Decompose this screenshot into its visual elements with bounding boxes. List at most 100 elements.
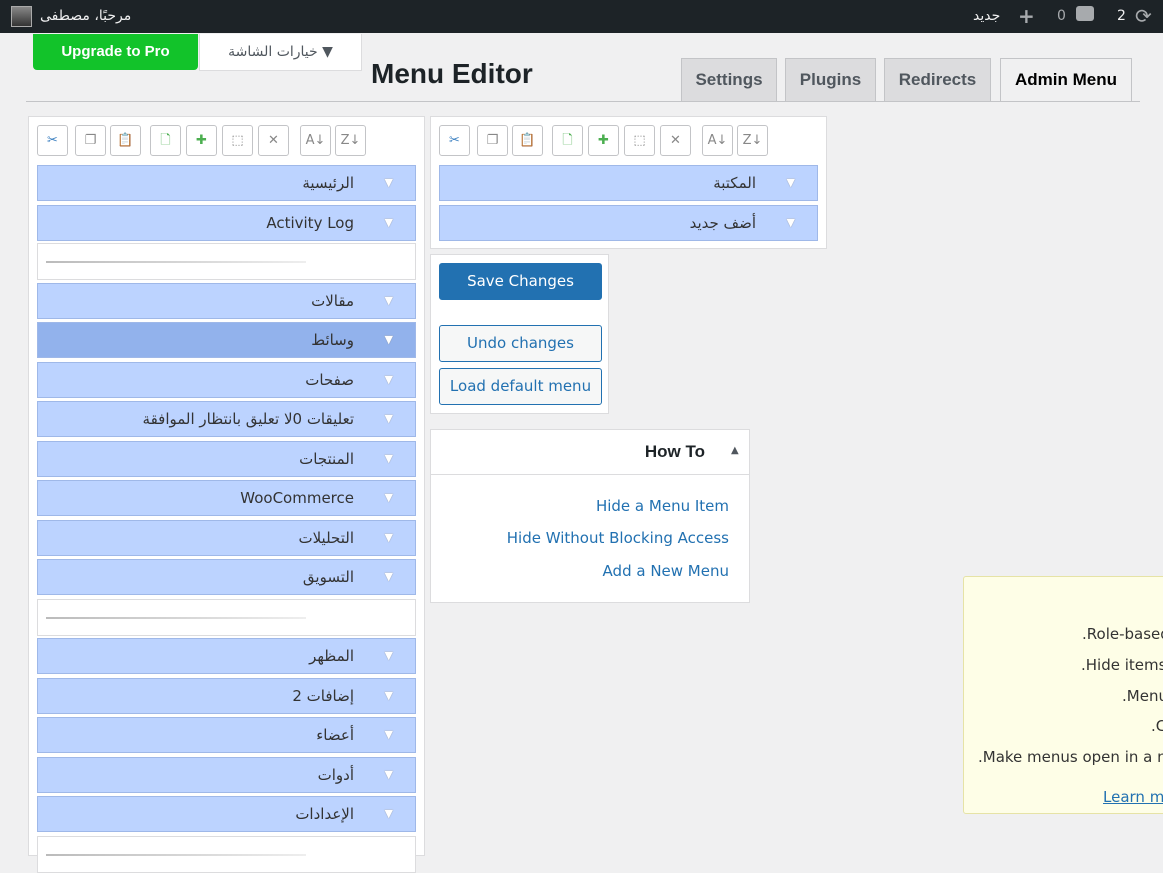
menu-item[interactable]: الرئيسية ▼	[37, 165, 416, 201]
notice-line: .C	[1151, 717, 1163, 735]
expand-arrow-icon[interactable]: ▼	[385, 718, 393, 752]
submenu-panel: ✂ ❐ 📋 🗋 ✚ ⬚ ✕ A↓ Z↓ المكتبة ▼ أضف جديد ▼	[430, 116, 827, 249]
load-default-menu-button[interactable]: Load default menu	[439, 368, 602, 405]
expand-arrow-icon[interactable]: ▼	[385, 206, 393, 240]
howto-link[interactable]: Add a New Menu	[603, 562, 729, 580]
expand-arrow-icon[interactable]: ▼	[385, 797, 393, 831]
menu-item[interactable]: المنتجات ▼	[37, 441, 416, 477]
plus-icon[interactable]: +	[1018, 0, 1035, 33]
menu-item[interactable]: المظهر ▼	[37, 638, 416, 674]
new-menu-icon[interactable]: 🗋	[552, 125, 583, 156]
howto-box: How To ▲ Hide a Menu Item Hide Without B…	[430, 429, 750, 603]
delete-icon[interactable]: ✕	[258, 125, 289, 156]
howto-link[interactable]: Hide a Menu Item	[596, 497, 729, 515]
menu-item-label: مقالات	[311, 292, 354, 310]
top-menu-panel: ✂ ❐ 📋 🗋 ✚ ⬚ ✕ A↓ Z↓ الرئيسية ▼ Activity Log ▼ مقالات ▼…	[28, 116, 425, 873]
tab-plugins[interactable]: Plugins	[785, 58, 876, 101]
divider	[26, 101, 1140, 102]
menu-item-label: صفحات	[305, 371, 354, 389]
howto-link[interactable]: Hide Without Blocking Access	[507, 529, 729, 547]
expand-arrow-icon[interactable]: ▼	[385, 521, 393, 555]
menu-item[interactable]: تعليقات 0لا تعليق بانتظار الموافقة ▼	[37, 401, 416, 437]
menu-item[interactable]: أدوات ▼	[37, 757, 416, 793]
menu-item-label: تعليقات 0لا تعليق بانتظار الموافقة	[142, 410, 354, 428]
undo-changes-button[interactable]: Undo changes	[439, 325, 602, 362]
actions-panel: Save Changes Undo changes Load default m…	[430, 254, 609, 414]
menu-item-label: التحليلات	[298, 529, 354, 547]
menu-item-label: WooCommerce	[240, 489, 354, 507]
menu-separator[interactable]	[37, 243, 416, 280]
submenu-item[interactable]: أضف جديد ▼	[439, 205, 818, 241]
pro-notice: .Role-based .Hide items .Menu .C .Make m…	[963, 576, 1163, 814]
expand-arrow-icon[interactable]: ▼	[787, 166, 795, 200]
comment-icon[interactable]	[1076, 6, 1094, 21]
menu-item[interactable]: إضافات 2 ▼	[37, 678, 416, 714]
greeting[interactable]: مرحبًا، مصطفى	[40, 0, 131, 33]
tab-admin-menu[interactable]: Admin Menu	[1000, 58, 1132, 102]
updates-count[interactable]: 2	[1117, 0, 1126, 33]
menu-item-label: إضافات 2	[292, 687, 354, 705]
sort-ascending-icon[interactable]: A↓	[702, 125, 733, 156]
expand-arrow-icon[interactable]: ▼	[385, 166, 393, 200]
expand-arrow-icon[interactable]: ▼	[385, 284, 393, 318]
expand-arrow-icon[interactable]: ▼	[385, 363, 393, 397]
howto-header[interactable]: How To ▲	[431, 430, 749, 475]
menu-item[interactable]: Activity Log ▼	[37, 205, 416, 241]
toggle-hidden-icon[interactable]: ⬚	[222, 125, 253, 156]
menu-item[interactable]: التحليلات ▼	[37, 520, 416, 556]
new-label[interactable]: جديد	[973, 0, 1000, 33]
collapse-arrow-icon[interactable]: ▲	[731, 445, 739, 456]
expand-arrow-icon[interactable]: ▼	[385, 639, 393, 673]
menu-item[interactable]: مقالات ▼	[37, 283, 416, 319]
cut-icon[interactable]: ✂	[439, 125, 470, 156]
save-changes-button[interactable]: Save Changes	[439, 263, 602, 300]
menu-item-label: الرئيسية	[302, 174, 354, 192]
paste-icon[interactable]: 📋	[512, 125, 543, 156]
refresh-icon[interactable]: ⟳	[1135, 0, 1152, 33]
new-separator-icon[interactable]: ✚	[588, 125, 619, 156]
sort-descending-icon[interactable]: Z↓	[335, 125, 366, 156]
notice-line: .Hide items	[1081, 656, 1163, 674]
menu-separator[interactable]	[37, 836, 416, 873]
menu-item-label: الإعدادات	[295, 805, 354, 823]
copy-icon[interactable]: ❐	[75, 125, 106, 156]
expand-arrow-icon[interactable]: ▼	[385, 442, 393, 476]
upgrade-button[interactable]: Upgrade to Pro	[33, 34, 198, 70]
menu-item-label: المنتجات	[299, 450, 354, 468]
expand-arrow-icon[interactable]: ▼	[385, 481, 393, 515]
menu-item[interactable]: أعضاء ▼	[37, 717, 416, 753]
comments-count[interactable]: 0	[1057, 0, 1066, 33]
expand-arrow-icon[interactable]: ▼	[385, 560, 393, 594]
paste-icon[interactable]: 📋	[110, 125, 141, 156]
sort-descending-icon[interactable]: Z↓	[737, 125, 768, 156]
menu-item-label: وسائط	[311, 331, 354, 349]
expand-arrow-icon[interactable]: ▼	[385, 402, 393, 436]
new-menu-icon[interactable]: 🗋	[150, 125, 181, 156]
screen-options-button[interactable]: خيارات الشاشة ▼	[199, 34, 362, 71]
menu-item[interactable]: التسويق ▼	[37, 559, 416, 595]
expand-arrow-icon[interactable]: ▼	[787, 206, 795, 240]
notice-line: .Role-based	[1082, 625, 1163, 643]
menu-separator[interactable]	[37, 599, 416, 636]
submenu-item[interactable]: المكتبة ▼	[439, 165, 818, 201]
cut-icon[interactable]: ✂	[37, 125, 68, 156]
learn-more-link[interactable]: Learn m	[1103, 788, 1163, 806]
expand-arrow-icon[interactable]: ▼	[385, 758, 393, 792]
submenu-item-label: المكتبة	[713, 174, 756, 192]
copy-icon[interactable]: ❐	[477, 125, 508, 156]
sort-ascending-icon[interactable]: A↓	[300, 125, 331, 156]
menu-item[interactable]: الإعدادات ▼	[37, 796, 416, 832]
expand-arrow-icon[interactable]: ▼	[385, 323, 393, 357]
menu-item-label: Activity Log	[266, 214, 354, 232]
tab-settings[interactable]: Settings	[681, 58, 777, 101]
menu-item[interactable]: وسائط ▼	[37, 322, 416, 358]
tab-redirects[interactable]: Redirects	[884, 58, 991, 101]
new-separator-icon[interactable]: ✚	[186, 125, 217, 156]
menu-item[interactable]: صفحات ▼	[37, 362, 416, 398]
delete-icon[interactable]: ✕	[660, 125, 691, 156]
menu-item[interactable]: WooCommerce ▼	[37, 480, 416, 516]
expand-arrow-icon[interactable]: ▼	[385, 679, 393, 713]
toggle-hidden-icon[interactable]: ⬚	[624, 125, 655, 156]
avatar[interactable]	[11, 6, 32, 27]
menu-item-label: التسويق	[302, 568, 354, 586]
